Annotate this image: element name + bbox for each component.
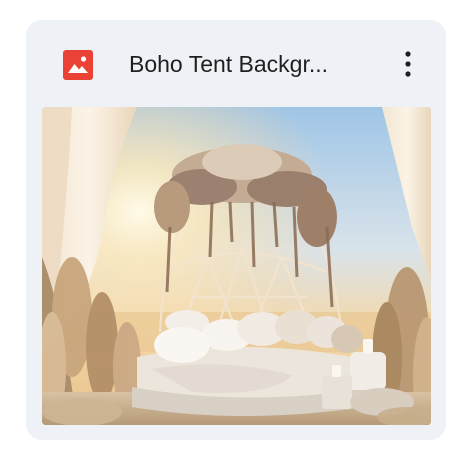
- file-card[interactable]: Boho Tent Backgr...: [26, 20, 446, 440]
- file-thumbnail[interactable]: [42, 107, 431, 425]
- more-vert-icon: [390, 51, 426, 88]
- more-options-button[interactable]: [390, 44, 426, 84]
- thumbnail-image: [42, 107, 431, 425]
- file-title: Boho Tent Backgr...: [129, 51, 329, 77]
- file-card-header: Boho Tent Backgr...: [26, 20, 446, 108]
- image-icon: [63, 50, 93, 80]
